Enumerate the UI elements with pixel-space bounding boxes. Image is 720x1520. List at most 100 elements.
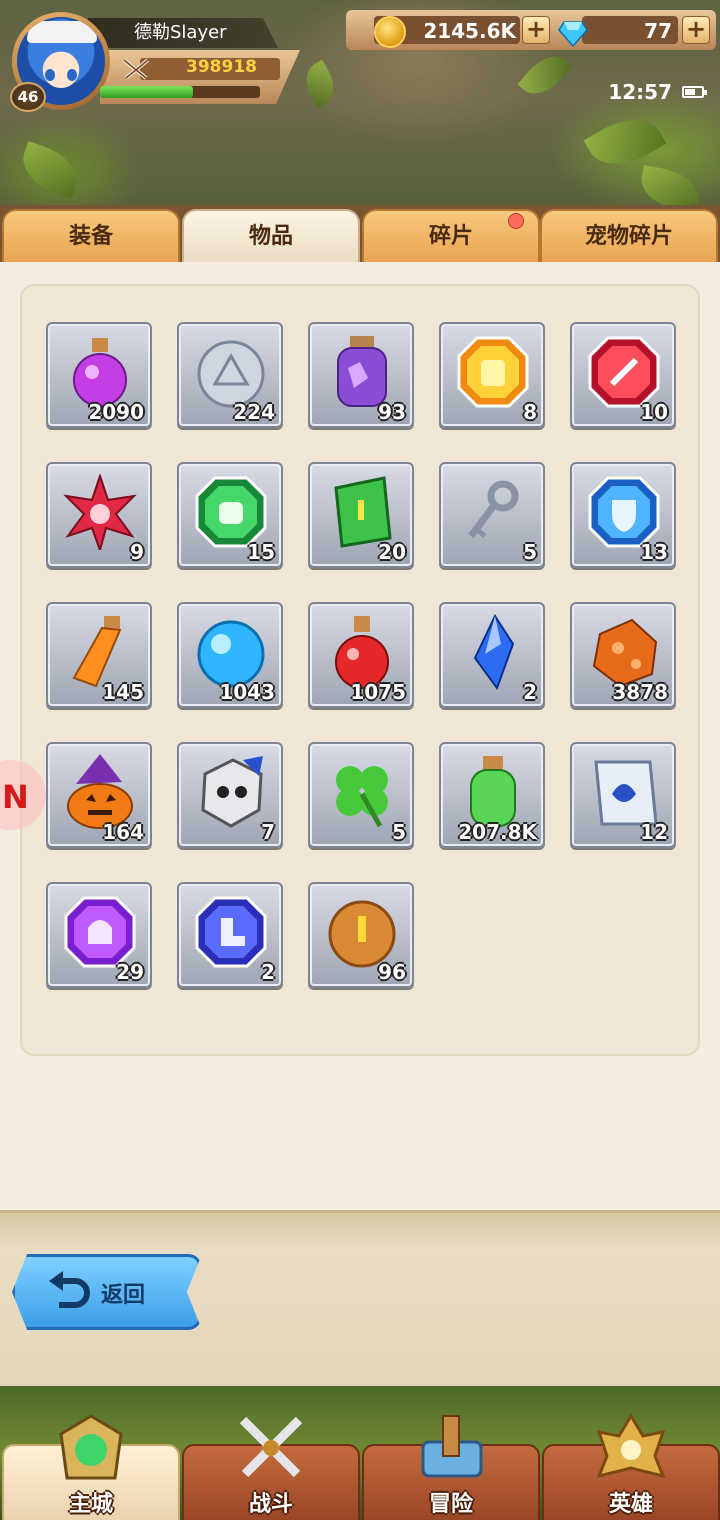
tab-fragments-label: 碎片 bbox=[428, 224, 473, 249]
item-count: 3878 bbox=[612, 680, 668, 704]
gold-value: 2145.6K bbox=[423, 19, 516, 43]
orange-elixir-icon bbox=[72, 616, 122, 688]
item-slot[interactable]: 1075 bbox=[308, 602, 414, 708]
silver-key-icon bbox=[468, 480, 519, 539]
blue-shield-gem-icon bbox=[588, 476, 660, 548]
green-scroll-icon bbox=[334, 476, 392, 548]
tab-items[interactable]: 物品 bbox=[182, 209, 360, 265]
item-count: 20 bbox=[378, 540, 406, 564]
add-gems-button[interactable]: + bbox=[682, 16, 710, 44]
item-slot[interactable]: 2090 bbox=[46, 322, 152, 428]
item-slot[interactable]: 7 bbox=[177, 742, 283, 848]
purple-jar-icon bbox=[337, 336, 387, 407]
item-count: 8 bbox=[523, 400, 537, 424]
item-slot[interactable]: 93 bbox=[308, 322, 414, 428]
red-sword-gem-icon bbox=[588, 336, 660, 408]
item-slot[interactable]: 5 bbox=[308, 742, 414, 848]
item-count: 12 bbox=[640, 820, 668, 844]
nav-label: 主城 bbox=[68, 1492, 113, 1517]
hero-icon bbox=[596, 1413, 666, 1479]
blue-scroll-icon bbox=[594, 760, 658, 826]
red-star-crystal-icon bbox=[63, 474, 137, 550]
clock: 12:57 bbox=[608, 80, 672, 104]
tab-equipment[interactable]: 装备 bbox=[2, 209, 180, 265]
item-slot[interactable]: 15 bbox=[177, 462, 283, 568]
blue-crystal-icon bbox=[473, 614, 515, 690]
item-count: 145 bbox=[102, 680, 144, 704]
item-slot[interactable]: 145 bbox=[46, 602, 152, 708]
inventory-panel: 2090 224 93 8 10 9 15 20 5 13 145 1043 1075 2 3878… bbox=[0, 262, 720, 1212]
item-count: 164 bbox=[102, 820, 144, 844]
item-slot[interactable]: 3878 bbox=[570, 602, 676, 708]
green-bottle-icon bbox=[470, 756, 516, 827]
item-count: 224 bbox=[233, 400, 275, 424]
skull-box-icon bbox=[201, 756, 263, 828]
green-glove-gem-icon bbox=[195, 476, 267, 548]
clover-icon bbox=[336, 766, 388, 828]
nav-tab-hero[interactable]: 英雄 bbox=[542, 1413, 720, 1520]
category-tabs: 装备 物品 碎片 宠物碎片 bbox=[0, 205, 720, 265]
item-count: 15 bbox=[247, 540, 275, 564]
item-slot[interactable]: 207.8K bbox=[439, 742, 545, 848]
gold-coin-icon bbox=[374, 16, 406, 48]
item-slot[interactable]: 5 bbox=[439, 462, 545, 568]
main-city-icon bbox=[59, 1414, 123, 1480]
item-slot[interactable]: 8 bbox=[439, 322, 545, 428]
item-slot[interactable]: 20 bbox=[308, 462, 414, 568]
crossed-swords-icon bbox=[239, 1416, 303, 1478]
nav-tab-adventure[interactable]: 冒险 bbox=[362, 1415, 540, 1520]
diamond-icon bbox=[558, 21, 588, 48]
item-count: 93 bbox=[378, 400, 406, 424]
item-count: 96 bbox=[378, 960, 406, 984]
item-slot[interactable]: 13 bbox=[570, 462, 676, 568]
item-slot[interactable]: 224 bbox=[177, 322, 283, 428]
item-slot[interactable]: 10 bbox=[570, 322, 676, 428]
item-count: 5 bbox=[523, 540, 537, 564]
blue-boot-gem-icon bbox=[195, 896, 267, 968]
level-badge: 46 bbox=[10, 82, 46, 112]
item-slot[interactable]: 29 bbox=[46, 882, 152, 988]
tab-fragments[interactable]: 碎片 bbox=[362, 209, 540, 265]
bronze-sword-coin-icon bbox=[328, 900, 396, 968]
player-name: 德勒Slayer bbox=[88, 18, 278, 48]
item-slot[interactable]: 2 bbox=[439, 602, 545, 708]
item-count: 29 bbox=[116, 960, 144, 984]
exp-bar bbox=[100, 86, 260, 98]
orange-ore-icon bbox=[592, 618, 658, 688]
item-slot[interactable]: 1043 bbox=[177, 602, 283, 708]
add-gold-button[interactable]: + bbox=[522, 16, 550, 44]
nav-label: 战斗 bbox=[248, 1492, 293, 1517]
back-arrow-icon bbox=[49, 1271, 90, 1308]
purple-potion-icon bbox=[73, 338, 127, 407]
item-count: 2090 bbox=[88, 400, 144, 424]
nav-label: 英雄 bbox=[608, 1492, 653, 1517]
gem-value: 77 bbox=[644, 19, 672, 43]
nav-tab-main-city[interactable]: 主城 bbox=[2, 1414, 180, 1520]
currency-bar: 2145.6K + 77 + bbox=[346, 10, 716, 50]
pumpkin-icon bbox=[67, 754, 133, 829]
back-button[interactable]: 返回 bbox=[12, 1254, 202, 1330]
item-count: 207.8K bbox=[458, 820, 537, 844]
item-count: 5 bbox=[392, 820, 406, 844]
item-count: 2 bbox=[523, 680, 537, 704]
yellow-armor-gem-icon bbox=[457, 336, 529, 408]
item-count: 10 bbox=[640, 400, 668, 424]
item-slot[interactable]: 2 bbox=[177, 882, 283, 988]
combat-power-value: 398918 bbox=[186, 57, 257, 77]
item-count: 7 bbox=[261, 820, 275, 844]
item-slot[interactable]: 12 bbox=[570, 742, 676, 848]
purple-helmet-gem-icon bbox=[64, 896, 136, 968]
blue-orb-icon bbox=[197, 620, 265, 688]
adventure-icon bbox=[421, 1415, 483, 1478]
item-slot[interactable]: 96 bbox=[308, 882, 414, 988]
red-potion-icon bbox=[335, 616, 389, 689]
exp-bar-fill bbox=[100, 86, 193, 98]
nav-tab-crossed-swords[interactable]: 战斗 bbox=[182, 1416, 360, 1520]
item-count: 2 bbox=[261, 960, 275, 984]
combat-power-icon bbox=[122, 58, 150, 80]
item-slot[interactable]: 164 bbox=[46, 742, 152, 848]
item-count: 1043 bbox=[219, 680, 275, 704]
tab-pet-fragments[interactable]: 宠物碎片 bbox=[540, 209, 718, 265]
notification-dot bbox=[508, 213, 524, 229]
item-slot[interactable]: 9 bbox=[46, 462, 152, 568]
